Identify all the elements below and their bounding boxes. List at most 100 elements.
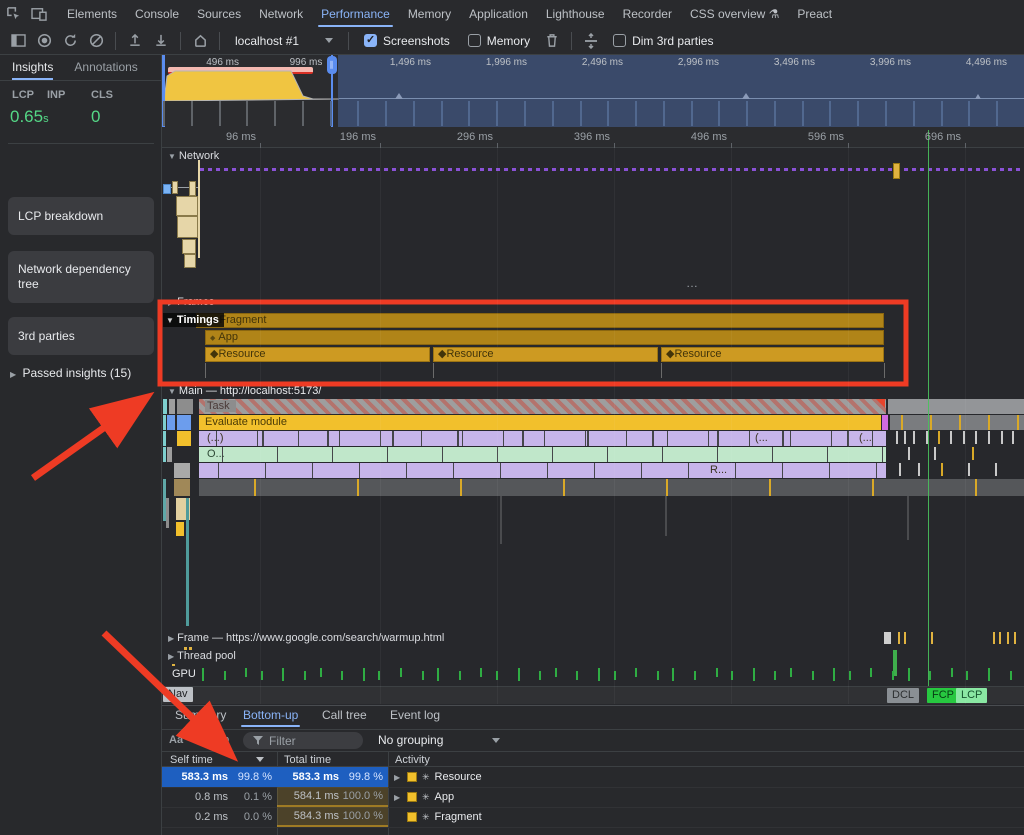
task-fragment[interactable] <box>177 431 191 446</box>
insight-card-3rd-parties[interactable]: 3rd parties <box>8 317 154 355</box>
expand-icon[interactable]: ▶ <box>394 793 402 802</box>
cell-self-time[interactable]: 583.3 ms99.8 % <box>162 767 277 787</box>
task-fragment[interactable] <box>177 399 193 414</box>
dim-third-parties-checkbox[interactable]: Dim 3rd parties <box>613 34 713 48</box>
regex-button[interactable]: .* <box>194 734 201 746</box>
timing-bar-app[interactable]: ◆App <box>205 330 884 345</box>
filmstrip-thumbnail[interactable] <box>885 101 887 126</box>
tab-summary[interactable]: Summary <box>175 708 226 722</box>
main-track-header[interactable]: ▼Main — http://localhost:5173/ <box>168 385 321 397</box>
filmstrip-thumbnail[interactable] <box>468 101 470 126</box>
cell-total-time[interactable]: 583.3 ms99.8 % <box>277 767 388 787</box>
filmstrip-thumbnail[interactable] <box>857 101 859 126</box>
expand-icon[interactable]: ▶ <box>394 773 402 782</box>
device-toolbar-icon[interactable] <box>26 3 52 25</box>
cell-activity[interactable]: ▶✳App <box>388 787 1024 807</box>
cell-self-time[interactable]: 0.2 ms0.0 % <box>162 807 277 827</box>
filmstrip-thumbnail[interactable] <box>302 101 304 126</box>
filmstrip-thumbnail[interactable] <box>413 101 415 126</box>
home-icon[interactable] <box>188 30 212 52</box>
tab-recorder[interactable]: Recorder <box>614 1 681 27</box>
fcp-marker-badge[interactable]: FCP <box>927 688 959 703</box>
nav-marker-badge[interactable]: Nav <box>163 687 193 702</box>
long-task-bar[interactable]: Task <box>199 399 886 414</box>
dcl-marker-badge[interactable]: DCL <box>887 688 919 703</box>
lcp-value[interactable]: 0.65s <box>10 107 49 127</box>
parse-html-bar[interactable] <box>167 415 175 430</box>
timings-track-header[interactable]: ▼Timings <box>163 313 224 327</box>
task-bar[interactable] <box>888 399 1024 414</box>
filmstrip-thumbnail[interactable] <box>274 101 276 126</box>
screenshots-checkbox[interactable]: ✓ Screenshots <box>364 34 450 48</box>
network-track-header[interactable]: ▼Network <box>168 150 219 162</box>
cell-activity[interactable]: ▶✳Resource <box>388 767 1024 787</box>
gpu-track-header[interactable]: GPU <box>172 668 196 680</box>
function-call-bar[interactable]: O... <box>199 447 886 462</box>
column-header-self-time[interactable]: Self time <box>170 754 213 766</box>
system-activity-bar[interactable] <box>199 479 1024 496</box>
timing-bar-resource[interactable]: ◆Resource <box>661 347 884 362</box>
cell-self-time[interactable]: 0.8 ms0.1 % <box>162 787 277 807</box>
insight-card-lcp-breakdown[interactable]: LCP breakdown <box>8 197 154 235</box>
task-bar[interactable] <box>890 415 1024 430</box>
frame-track-header[interactable]: ▶Frame — https://www.google.com/search/w… <box>168 632 444 644</box>
timing-bar-resource[interactable]: ◆Resource <box>433 347 658 362</box>
task-fragment[interactable] <box>174 479 190 496</box>
tab-bottom-up[interactable]: Bottom-up <box>243 708 298 722</box>
timing-bar-fragment[interactable]: ◆Fragment <box>196 313 884 328</box>
compiled-code-bar[interactable]: (...) (... (... <box>199 431 886 446</box>
filmstrip-thumbnail[interactable] <box>219 101 221 126</box>
cell-total-time[interactable]: 584.1 ms100.0 % <box>277 787 388 807</box>
cell-activity[interactable]: ✳Fragment <box>388 807 1024 827</box>
sort-descending-icon[interactable] <box>256 757 264 762</box>
filmstrip-thumbnail[interactable] <box>913 101 915 126</box>
tab-console[interactable]: Console <box>126 1 188 27</box>
tab-preact[interactable]: Preact <box>788 1 841 27</box>
garbage-collect-icon[interactable] <box>540 30 564 52</box>
thread-pool-track-header[interactable]: ▶Thread pool <box>168 650 236 662</box>
filmstrip-thumbnail[interactable] <box>524 101 526 126</box>
task-fragment[interactable] <box>163 447 166 462</box>
toggle-sidebar-icon[interactable] <box>6 30 30 52</box>
match-case-button[interactable]: Aa <box>169 734 183 746</box>
task-fragment[interactable] <box>163 431 166 446</box>
task-fragment[interactable] <box>174 463 190 478</box>
column-header-total-time[interactable]: Total time <box>284 754 331 766</box>
tab-lighthouse[interactable]: Lighthouse <box>537 1 614 27</box>
tab-performance[interactable]: Performance <box>312 1 399 27</box>
tab-insights[interactable]: Insights <box>12 55 53 80</box>
tab-annotations[interactable]: Annotations <box>74 55 137 80</box>
target-selector[interactable]: localhost #1 <box>227 34 341 48</box>
chevron-down-icon[interactable] <box>492 738 500 743</box>
filmstrip-thumbnail[interactable] <box>941 101 943 126</box>
memory-checkbox[interactable]: Memory <box>468 34 530 48</box>
tab-sources[interactable]: Sources <box>188 1 250 27</box>
task-fragment[interactable] <box>167 447 172 462</box>
save-profile-icon[interactable] <box>149 30 173 52</box>
filmstrip-thumbnail[interactable] <box>968 101 970 126</box>
filmstrip-thumbnail[interactable] <box>746 101 748 126</box>
filmstrip-thumbnail[interactable] <box>829 101 831 126</box>
tab-network[interactable]: Network <box>250 1 312 27</box>
filmstrip-thumbnail[interactable] <box>441 101 443 126</box>
frames-track-header[interactable]: ▶Frames <box>168 296 214 308</box>
tab-css-overview[interactable]: CSS overview ⚗ <box>681 1 788 27</box>
filmstrip-thumbnail[interactable] <box>496 101 498 126</box>
compiled-code-bar[interactable]: R... <box>199 463 886 478</box>
task-fragment[interactable] <box>169 399 175 414</box>
tab-elements[interactable]: Elements <box>58 1 126 27</box>
task-fragment[interactable] <box>163 399 167 414</box>
filmstrip-thumbnail[interactable] <box>718 101 720 126</box>
filmstrip-thumbnail[interactable] <box>246 101 248 126</box>
grouping-selector[interactable]: No grouping <box>378 733 443 747</box>
filmstrip-thumbnail[interactable] <box>802 101 804 126</box>
lcp-marker-badge[interactable]: LCP <box>956 688 987 703</box>
tab-memory[interactable]: Memory <box>399 1 460 27</box>
inspect-element-icon[interactable] <box>0 3 26 25</box>
tab-application[interactable]: Application <box>460 1 537 27</box>
filmstrip-thumbnail[interactable] <box>607 101 609 126</box>
timing-bar-resource[interactable]: ◆Resource <box>205 347 430 362</box>
filmstrip-thumbnail[interactable] <box>357 101 359 126</box>
whole-word-button[interactable]: ab <box>217 734 229 746</box>
filmstrip-thumbnail[interactable] <box>774 101 776 126</box>
